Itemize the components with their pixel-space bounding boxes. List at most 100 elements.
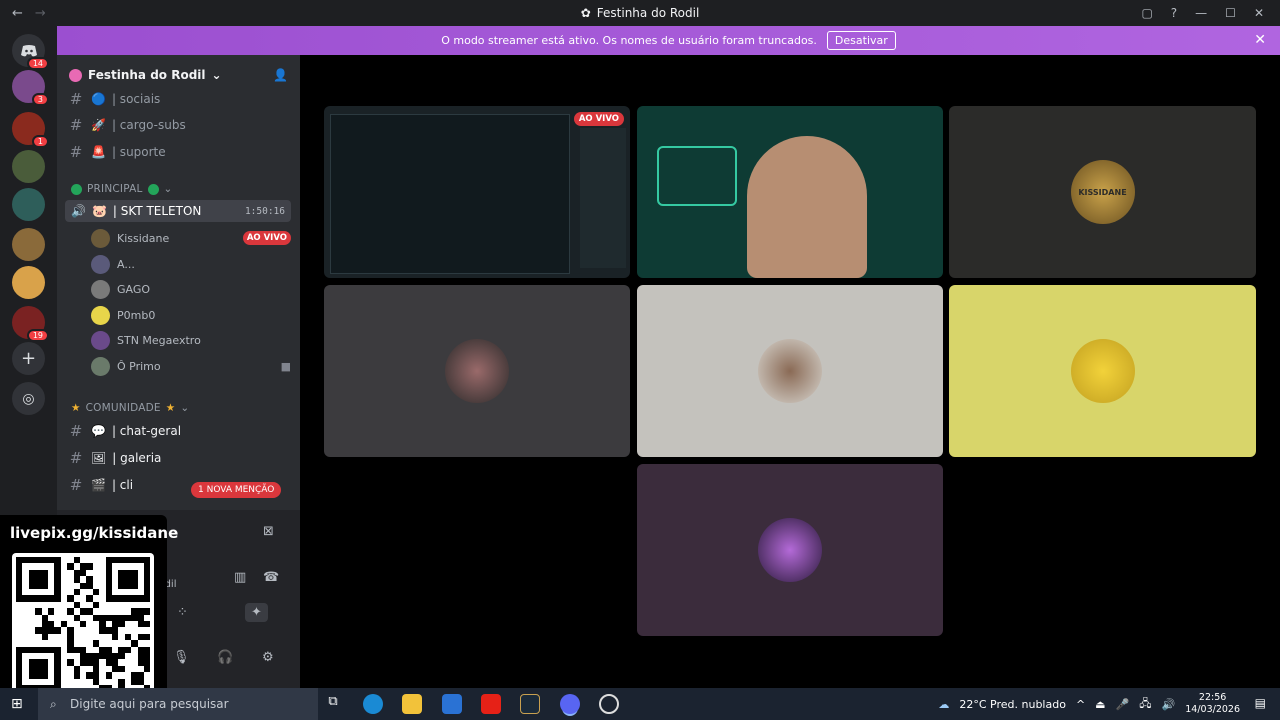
voice-channel-label: | SKT TELETON [112, 204, 202, 218]
add-server-icon[interactable]: + [12, 342, 45, 375]
avatar [445, 339, 509, 403]
game-screen-thumbnail [330, 114, 570, 274]
mic-tray-icon[interactable]: 🎤 [1116, 698, 1130, 711]
qr-code-icon [12, 553, 154, 693]
user-name: Ô Primo [117, 359, 161, 373]
channel-galeria[interactable]: # 🖼 | galeria [67, 447, 162, 469]
league-icon[interactable] [520, 694, 540, 714]
voice-user[interactable]: Ô Primo ■ [91, 355, 291, 377]
avatar-tile[interactable] [637, 464, 943, 636]
live-badge: AO VIVO [242, 231, 291, 245]
server-icon[interactable] [12, 188, 45, 221]
settings-gear-icon[interactable]: ⚙ [262, 650, 274, 665]
server-icon[interactable] [12, 150, 45, 183]
youtube-icon[interactable] [481, 694, 501, 714]
discord-home-icon[interactable]: 14 [12, 34, 49, 70]
headphones-icon[interactable]: 🎧 [217, 650, 233, 665]
emoji-icon: 🐷 [91, 204, 107, 218]
chevron-down-icon: ⌄ [163, 183, 173, 195]
avatar [91, 228, 110, 248]
obs-icon[interactable] [599, 694, 619, 714]
server-icon[interactable] [12, 228, 45, 261]
chevron-up-icon[interactable]: ^ [1076, 698, 1085, 711]
microphone-icon[interactable]: 🎙 [173, 650, 190, 665]
speaker-icon: 🔊 [71, 204, 86, 218]
weather-text[interactable]: 22°C Pred. nublado [959, 698, 1066, 711]
add-member-icon[interactable]: 👤 [273, 68, 288, 82]
channel-cargo-subs[interactable]: # 🚀 | cargo-subs [67, 114, 186, 136]
camera-tile-streamer[interactable] [637, 106, 943, 278]
channel-clips[interactable]: # 🎬 | cli [67, 474, 133, 496]
clapper-icon: 🎬 [91, 478, 106, 492]
green-circle-icon [147, 183, 159, 195]
deactivate-button[interactable]: Desativar [826, 31, 896, 50]
channel-label: | sociais [111, 92, 161, 106]
noise-suppression-icon[interactable]: ▥ [234, 570, 246, 585]
discover-icon[interactable]: ◎ [12, 382, 45, 415]
back-arrow-icon[interactable]: ← [12, 6, 23, 21]
avatar [91, 330, 110, 350]
channel-label: | suporte [111, 145, 166, 159]
maximize-button[interactable]: ☐ [1225, 6, 1236, 20]
file-explorer-icon[interactable] [402, 694, 422, 714]
category-comunidade[interactable]: ★ COMUNIDADE ★ ⌄ [71, 402, 189, 414]
disconnect-screen-icon[interactable]: ⊠ [263, 524, 274, 539]
server-badge-icon [69, 68, 82, 82]
help-icon[interactable]: ? [1171, 6, 1177, 20]
channel-chat-geral[interactable]: # 💬 | chat-geral [67, 420, 181, 442]
notifications-icon[interactable]: ▤ [1255, 696, 1266, 710]
time-text: 22:56 [1198, 692, 1227, 703]
windows-start-icon[interactable]: ⊞ [11, 696, 23, 712]
category-principal[interactable]: PRINCIPAL ⌄ [71, 183, 173, 195]
avatar-tile[interactable] [637, 285, 943, 457]
mail-icon[interactable] [442, 694, 462, 714]
server-icon[interactable] [12, 266, 45, 299]
inbox-icon[interactable]: ▢ [1141, 6, 1152, 20]
hash-icon: # [69, 143, 83, 161]
discord-icon[interactable] [560, 694, 580, 714]
network-icon[interactable]: 🖧 [1139, 695, 1151, 714]
task-view-icon[interactable]: ⧉ [323, 694, 343, 714]
server-icon[interactable]: 3 [12, 70, 49, 106]
new-mention-pill[interactable]: 1 NOVA MENÇÃO [191, 482, 282, 498]
chevron-down-icon: ⌄ [180, 402, 190, 414]
hash-icon: # [69, 116, 83, 134]
close-icon[interactable]: ✕ [1254, 32, 1266, 48]
disconnect-icon[interactable]: ☎ [263, 570, 279, 585]
channel-label: | galeria [112, 451, 162, 465]
edge-icon[interactable] [363, 694, 383, 714]
stream-tile-game[interactable]: AO VIVO [324, 106, 630, 278]
voice-user[interactable]: Kissidane AO VIVO [91, 227, 291, 249]
server-icon[interactable]: 19 [12, 306, 49, 342]
avatar-tile[interactable] [949, 285, 1256, 457]
minimize-button[interactable]: — [1195, 6, 1207, 20]
server-name: Festinha do Rodil [88, 68, 206, 82]
banner-message: O modo streamer está ativo. Os nomes de … [441, 34, 817, 47]
search-icon: ⌕ [50, 696, 57, 711]
forward-arrow-icon[interactable]: → [35, 6, 46, 21]
live-badge: AO VIVO [573, 112, 624, 126]
clock[interactable]: 22:56 14/03/2026 [1185, 692, 1240, 716]
avatar [758, 518, 822, 582]
volume-icon[interactable]: 🔊 [1162, 698, 1176, 711]
close-window-button[interactable]: ✕ [1254, 6, 1264, 20]
channel-suporte[interactable]: # 🚨 | suporte [67, 141, 166, 163]
usb-icon[interactable]: ⏏ [1095, 698, 1105, 711]
voice-user[interactable]: STN Megaextro [91, 329, 291, 351]
avatar-tile[interactable] [324, 285, 630, 457]
activity-icon[interactable]: ⁘ [177, 605, 188, 620]
server-icon[interactable]: 1 [12, 112, 49, 148]
taskbar-search[interactable]: ⌕ Digite aqui para pesquisar [38, 688, 318, 720]
emoji-icon: 🚀 [91, 118, 106, 132]
streamer-mode-banner: O modo streamer está ativo. Os nomes de … [57, 26, 1280, 55]
voice-channel-skt-teleton[interactable]: 🔊 🐷 | SKT TELETON 1:50:16 [65, 200, 291, 222]
channel-sociais[interactable]: # 🔵 | sociais [67, 88, 161, 110]
user-name: STN Megaextro [117, 333, 201, 347]
voice-user[interactable]: P0mb0 [91, 304, 291, 326]
voice-user[interactable]: GAGO [91, 278, 291, 300]
soundboard-icon[interactable]: ✦ [245, 603, 268, 622]
voice-user[interactable]: A... [91, 253, 291, 275]
windows-taskbar: ⊞ ⌕ Digite aqui para pesquisar ⧉ ☁ 22°C … [0, 688, 1280, 720]
emoji-icon: 🚨 [91, 145, 106, 159]
avatar-tile-kissidane[interactable]: KISSIDANE [949, 106, 1256, 278]
